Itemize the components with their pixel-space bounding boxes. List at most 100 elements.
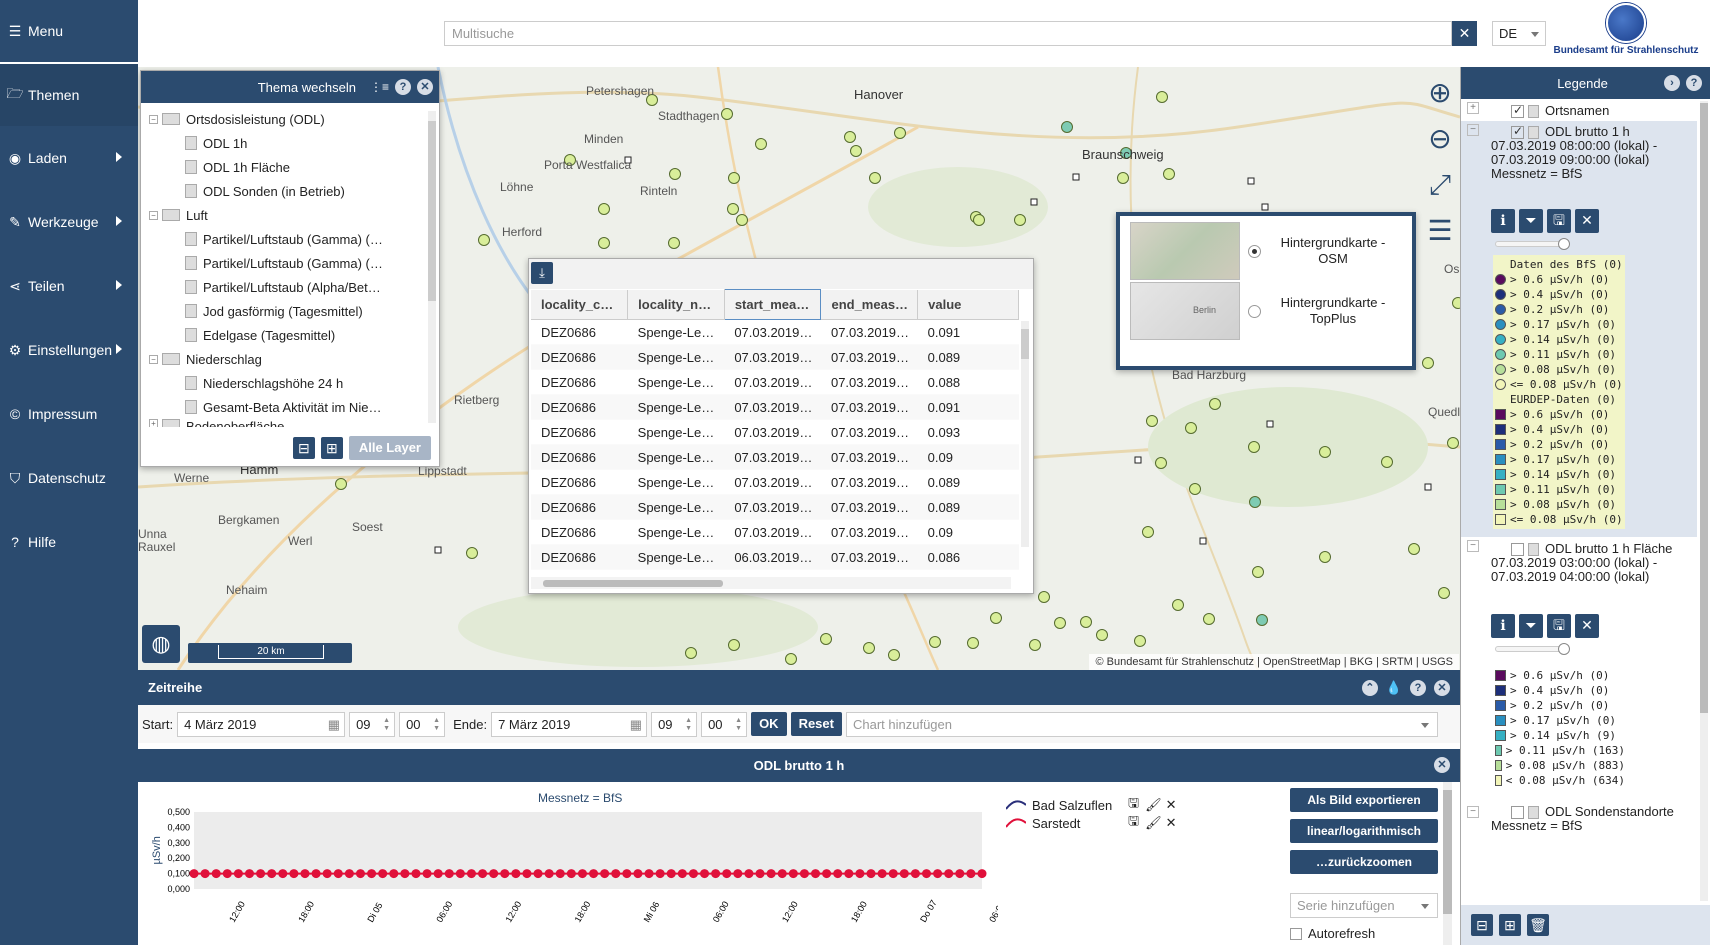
station-marker[interactable] bbox=[820, 633, 832, 645]
calendar-icon[interactable]: ▦ bbox=[328, 717, 340, 733]
multisearch-input[interactable]: Multisuche bbox=[444, 21, 1452, 46]
data-point[interactable] bbox=[222, 869, 232, 879]
station-marker[interactable] bbox=[728, 639, 740, 651]
station-marker[interactable] bbox=[466, 547, 478, 559]
data-point[interactable] bbox=[267, 869, 277, 879]
zoom-back-button[interactable]: …zurückzoomen bbox=[1290, 850, 1438, 874]
station-marker[interactable] bbox=[727, 203, 739, 215]
overview-globe-icon[interactable]: ◍ bbox=[142, 625, 180, 663]
attribution-item[interactable]: OpenStreetMap bbox=[1263, 656, 1341, 668]
collapse-icon[interactable]: − bbox=[149, 210, 158, 220]
expand-all-icon[interactable]: ⊞ bbox=[320, 437, 343, 459]
data-point[interactable] bbox=[589, 869, 599, 879]
station-marker[interactable] bbox=[850, 145, 862, 157]
tree-folder[interactable]: − Luft bbox=[149, 203, 427, 227]
station-marker[interactable] bbox=[967, 637, 979, 649]
close-icon[interactable]: ✕ bbox=[1434, 757, 1450, 773]
station-marker[interactable] bbox=[1014, 214, 1026, 226]
slider-knob[interactable] bbox=[1558, 643, 1570, 656]
data-point[interactable] bbox=[677, 869, 687, 879]
export-image-button[interactable]: Als Bild exportieren bbox=[1290, 788, 1438, 812]
table-row[interactable]: DEZ0686 Spenge-Le… 07.03.2019… 07.03.2019… 0… bbox=[531, 394, 1019, 420]
data-point[interactable] bbox=[300, 869, 310, 879]
nav-einstellungen[interactable]: ⚙ Einstellungen bbox=[0, 318, 138, 382]
data-point[interactable] bbox=[910, 869, 920, 879]
tree-leaf[interactable]: Edelgase (Tagesmittel) bbox=[149, 323, 427, 347]
spinner-icon[interactable]: ▲ ▼ bbox=[433, 717, 440, 733]
tree-leaf[interactable]: ODL Sonden (in Betrieb) bbox=[149, 179, 427, 203]
start-minute-input[interactable]: 00 ▲ ▼ bbox=[399, 711, 446, 737]
checkbox[interactable] bbox=[1290, 927, 1302, 940]
brush-icon[interactable]: 🖌 bbox=[1145, 797, 1162, 813]
station-marker[interactable] bbox=[1080, 616, 1092, 628]
nav-hilfe[interactable]: ? Hilfe bbox=[0, 510, 138, 574]
radio-unselected[interactable] bbox=[1248, 304, 1261, 318]
tree-leaf[interactable]: Partikel/Luftstaub (Gamma) (… bbox=[149, 251, 427, 275]
series-legend-item[interactable]: Sarstedt 🖫 🖌 ✕ bbox=[1006, 812, 1177, 834]
expand-icon[interactable]: + bbox=[1467, 102, 1479, 114]
station-marker[interactable] bbox=[990, 612, 1002, 624]
data-point[interactable] bbox=[922, 869, 932, 879]
data-point[interactable] bbox=[700, 869, 710, 879]
trash-icon[interactable]: 🗑 bbox=[1527, 914, 1549, 936]
station-marker[interactable] bbox=[785, 653, 797, 665]
station-marker[interactable] bbox=[844, 131, 856, 143]
add-series-select[interactable]: Serie hinzufügen bbox=[1290, 893, 1438, 918]
data-point[interactable] bbox=[478, 869, 488, 879]
station-marker[interactable] bbox=[1155, 457, 1167, 469]
data-point[interactable] bbox=[877, 869, 887, 879]
end-date-input[interactable]: 7 März 2019 ▦ bbox=[491, 711, 648, 737]
data-point[interactable] bbox=[688, 869, 698, 879]
data-point[interactable] bbox=[711, 869, 721, 879]
tree-scrollbar[interactable] bbox=[428, 111, 436, 423]
scrollbar-thumb[interactable] bbox=[1700, 103, 1708, 713]
data-point[interactable] bbox=[766, 869, 776, 879]
basemap-option[interactable]: Hintergrundkarte - OSM bbox=[1130, 222, 1410, 280]
drop-icon[interactable]: 💧 bbox=[1386, 680, 1402, 696]
opacity-slider[interactable] bbox=[1495, 643, 1570, 656]
tree-folder[interactable]: − Ortsdosisleistung (ODL) bbox=[149, 107, 427, 131]
expand-all-icon[interactable]: ⊞ bbox=[1499, 914, 1521, 936]
station-marker[interactable] bbox=[669, 168, 681, 180]
help-icon[interactable]: ? bbox=[1410, 680, 1426, 696]
filter-icon[interactable]: ⏷ bbox=[1519, 614, 1543, 639]
slider-knob[interactable] bbox=[1558, 238, 1570, 251]
help-icon[interactable]: ? bbox=[395, 79, 411, 95]
tree-leaf[interactable]: Partikel/Luftstaub (Alpha/Bet… bbox=[149, 275, 427, 299]
data-point[interactable] bbox=[489, 869, 499, 879]
station-marker[interactable] bbox=[1172, 599, 1184, 611]
station-marker[interactable] bbox=[1256, 614, 1268, 626]
collapse-right-icon[interactable]: › bbox=[1664, 75, 1680, 91]
data-point[interactable] bbox=[811, 869, 821, 879]
clear-search-icon[interactable]: ✕ bbox=[1452, 21, 1477, 46]
info-icon[interactable]: ℹ bbox=[1491, 209, 1515, 234]
layer-list-icon[interactable]: ☰ bbox=[1424, 215, 1456, 247]
station-marker[interactable] bbox=[863, 642, 875, 654]
data-point[interactable] bbox=[400, 869, 410, 879]
data-point[interactable] bbox=[966, 869, 976, 879]
station-marker[interactable] bbox=[1252, 566, 1264, 578]
station-marker[interactable] bbox=[1061, 121, 1073, 133]
station-marker[interactable] bbox=[1447, 437, 1459, 449]
data-point[interactable] bbox=[855, 869, 865, 879]
download-icon[interactable]: ⤓ bbox=[531, 262, 553, 284]
layer-checkbox[interactable] bbox=[1511, 103, 1524, 119]
legend-scrollbar[interactable] bbox=[1700, 101, 1708, 901]
data-point[interactable] bbox=[322, 869, 332, 879]
remove-icon[interactable]: ✕ bbox=[1166, 797, 1177, 813]
info-icon[interactable]: ℹ bbox=[1491, 614, 1515, 639]
station-marker[interactable] bbox=[1438, 587, 1450, 599]
station-marker[interactable] bbox=[736, 214, 748, 226]
opacity-slider[interactable] bbox=[1495, 238, 1570, 251]
data-point[interactable] bbox=[933, 869, 943, 879]
attribution-item[interactable]: SRTM bbox=[1382, 656, 1413, 668]
station-marker[interactable] bbox=[1142, 526, 1154, 538]
chart-scrollbar[interactable] bbox=[1443, 782, 1452, 945]
zoom-in-icon[interactable]: ⊕ bbox=[1424, 77, 1456, 109]
data-point[interactable] bbox=[333, 869, 343, 879]
tree-folder[interactable]: + Bodenoberfläche bbox=[149, 419, 427, 427]
brush-icon[interactable]: 🖌 bbox=[1145, 815, 1162, 831]
data-point[interactable] bbox=[755, 869, 765, 879]
spinner-icon[interactable]: ▲ ▼ bbox=[685, 717, 692, 733]
station-marker[interactable] bbox=[1030, 198, 1038, 206]
